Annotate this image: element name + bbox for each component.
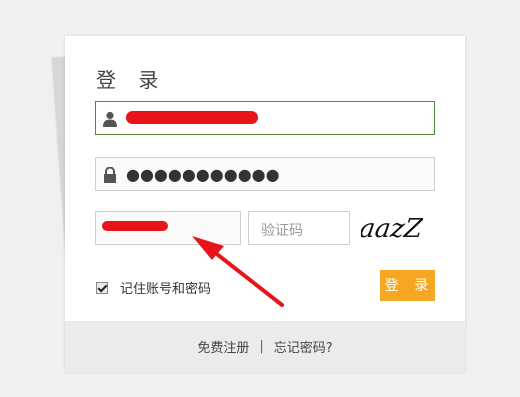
annotation-arrow xyxy=(192,236,284,307)
